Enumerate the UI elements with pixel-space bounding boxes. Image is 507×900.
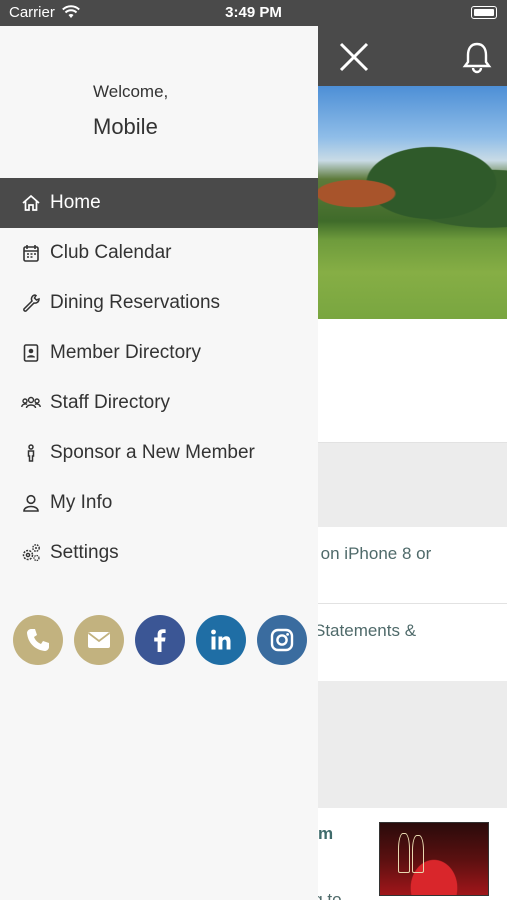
drawer-menu: Home Club Calendar Dining Reservations M…	[0, 178, 318, 578]
user-icon	[20, 492, 42, 514]
menu-item-staff-directory[interactable]: Staff Directory	[0, 378, 318, 428]
menu-item-label: Home	[50, 192, 101, 213]
home-icon	[20, 192, 42, 214]
status-bar: Carrier 3:49 PM	[0, 0, 507, 26]
facebook-button[interactable]	[135, 615, 185, 665]
notifications-button[interactable]	[461, 40, 493, 74]
social-links	[13, 615, 318, 665]
person-icon	[20, 442, 42, 464]
menu-item-dining-reservations[interactable]: Dining Reservations	[0, 278, 318, 328]
menu-item-label: Settings	[50, 542, 119, 563]
email-button[interactable]	[74, 615, 124, 665]
menu-item-settings[interactable]: Settings	[0, 528, 318, 578]
list-item-text: Statements &	[314, 621, 417, 640]
contact-card-icon	[20, 342, 42, 364]
menu-item-member-directory[interactable]: Member Directory	[0, 328, 318, 378]
phone-icon	[27, 629, 49, 651]
menu-item-label: Club Calendar	[50, 242, 172, 263]
close-menu-button[interactable]	[337, 40, 371, 74]
gears-icon	[20, 542, 42, 564]
event-title: m	[318, 824, 334, 843]
menu-item-label: Staff Directory	[50, 392, 171, 413]
group-icon	[20, 392, 42, 414]
instagram-button[interactable]	[257, 615, 307, 665]
calendar-icon	[20, 242, 42, 264]
menu-item-label: Sponsor a New Member	[50, 442, 255, 463]
menu-item-sponsor-new-member[interactable]: Sponsor a New Member	[0, 428, 318, 478]
close-icon	[339, 42, 369, 72]
event-flyer-image	[379, 822, 489, 896]
mail-icon	[87, 632, 111, 648]
wrench-icon	[20, 292, 42, 314]
user-name: Mobile	[93, 114, 158, 139]
menu-item-label: My Info	[50, 492, 113, 513]
linkedin-button[interactable]	[196, 615, 246, 665]
facebook-icon	[154, 629, 166, 652]
linkedin-icon	[211, 629, 231, 650]
menu-item-my-info[interactable]: My Info	[0, 478, 318, 528]
battery-icon	[471, 6, 497, 19]
menu-item-home[interactable]: Home	[0, 178, 318, 228]
side-drawer: Welcome, Mobile Home Club Calendar Dinin…	[0, 26, 318, 900]
menu-item-club-calendar[interactable]: Club Calendar	[0, 228, 318, 278]
welcome-label: Welcome,	[93, 82, 169, 101]
bell-icon	[462, 42, 492, 74]
clock: 3:49 PM	[225, 4, 282, 21]
menu-item-label: Dining Reservations	[50, 292, 221, 313]
phone-button[interactable]	[13, 615, 63, 665]
menu-item-label: Member Directory	[50, 342, 201, 363]
instagram-icon	[270, 628, 294, 652]
